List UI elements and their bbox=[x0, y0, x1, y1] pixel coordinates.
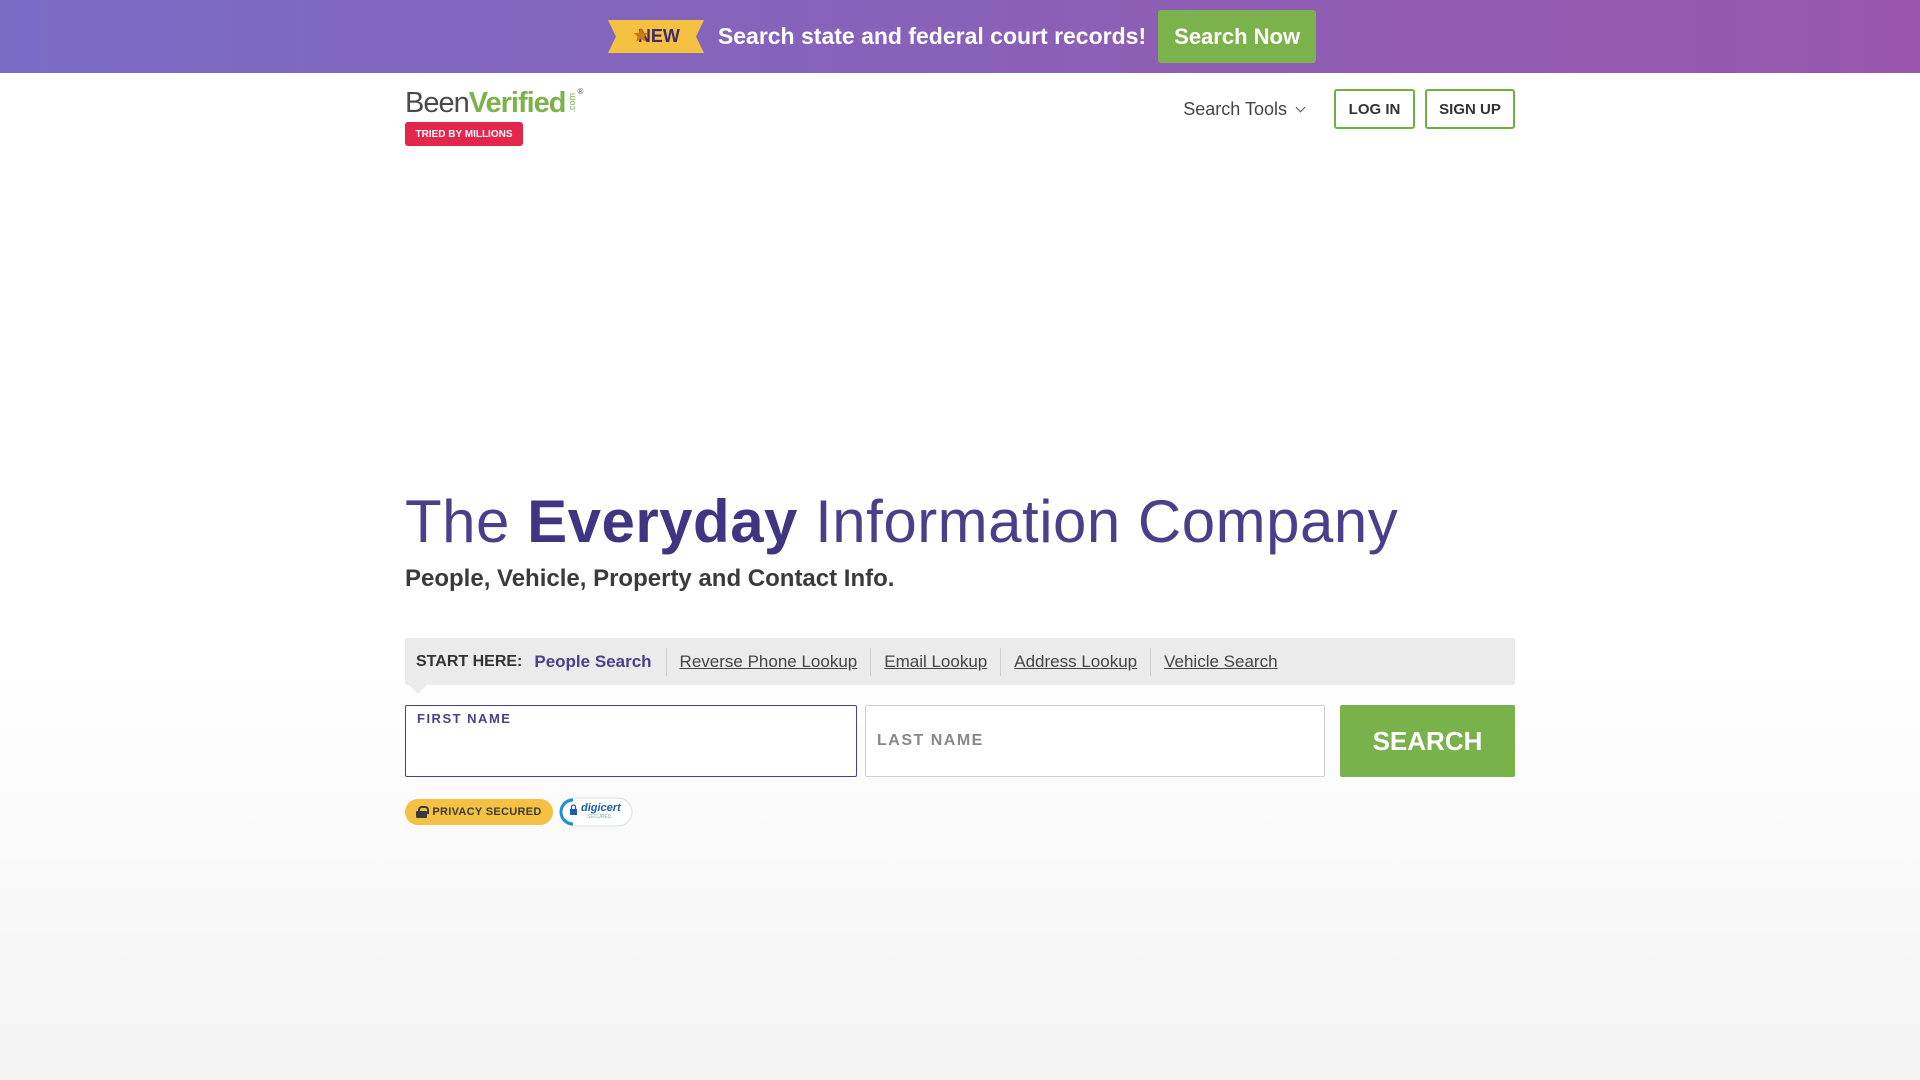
tab-vehicle-search[interactable]: Vehicle Search bbox=[1150, 647, 1290, 676]
lock-icon bbox=[416, 806, 430, 818]
logo-dotcom: .com bbox=[566, 93, 577, 113]
promo-banner: NEW Search state and federal court recor… bbox=[0, 0, 1920, 73]
privacy-secured-label: PRIVACY SECURED bbox=[432, 806, 542, 818]
hero-title-post: Information Company bbox=[815, 488, 1399, 555]
site-header: Been Verified .com ® TRIED BY MILLIONS S… bbox=[405, 73, 1515, 153]
start-here-label: START HERE: bbox=[416, 652, 523, 670]
logo-been: Been bbox=[405, 87, 470, 119]
beenverified-logo[interactable]: Been Verified .com ® bbox=[405, 87, 590, 119]
logo-verified: Verified bbox=[468, 87, 567, 119]
search-tools-menu[interactable]: Search Tools bbox=[1183, 98, 1306, 120]
search-type-tabs: START HERE: People Search Reverse Phone … bbox=[405, 638, 1515, 694]
hero-title-strong: Everyday bbox=[527, 488, 798, 555]
new-badge: NEW bbox=[607, 20, 704, 53]
logo-registered: ® bbox=[577, 87, 584, 96]
last-name-field[interactable]: LAST NAME bbox=[865, 705, 1325, 777]
header-nav: Search Tools LOG IN SIGN UP bbox=[1183, 89, 1515, 129]
tab-people-search[interactable]: People Search bbox=[534, 648, 665, 676]
tab-reverse-phone-lookup[interactable]: Reverse Phone Lookup bbox=[665, 647, 871, 676]
signup-button[interactable]: SIGN UP bbox=[1425, 89, 1515, 129]
hero-subtitle: People, Vehicle, Property and Contact In… bbox=[405, 565, 895, 592]
digicert-seal[interactable]: digicert SECURED bbox=[559, 797, 633, 827]
promo-content: NEW Search state and federal court recor… bbox=[607, 10, 1317, 63]
hero-title-pre: The bbox=[405, 488, 510, 555]
search-tools-label: Search Tools bbox=[1183, 98, 1287, 119]
tab-address-lookup[interactable]: Address Lookup bbox=[1000, 647, 1150, 676]
first-name-field[interactable]: FIRST NAME bbox=[405, 705, 857, 777]
search-button[interactable]: SEARCH bbox=[1340, 705, 1515, 777]
digicert-sublabel: SECURED bbox=[587, 814, 612, 820]
star-icon bbox=[633, 27, 649, 42]
digicert-label: digicert bbox=[581, 802, 621, 814]
tried-by-millions-badge: TRIED BY MILLIONS bbox=[405, 122, 523, 146]
privacy-secured-badge: PRIVACY SECURED bbox=[405, 799, 553, 825]
promo-text: Search state and federal court records! bbox=[717, 23, 1147, 49]
first-name-label: FIRST NAME bbox=[417, 711, 512, 726]
hero-title: The Everyday Information Company bbox=[405, 487, 1398, 557]
chevron-down-icon bbox=[1295, 102, 1306, 112]
tab-email-lookup[interactable]: Email Lookup bbox=[870, 647, 1000, 676]
login-button[interactable]: LOG IN bbox=[1334, 89, 1415, 129]
search-now-button[interactable]: Search Now bbox=[1158, 10, 1317, 63]
last-name-label: LAST NAME bbox=[877, 732, 984, 749]
